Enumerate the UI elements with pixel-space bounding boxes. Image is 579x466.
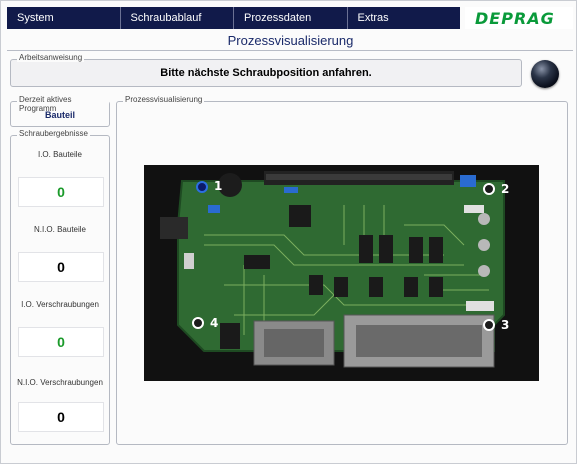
active-program-panel: Derzeit aktives Programm Bauteil (10, 95, 110, 127)
io-screwings-value: 0 (18, 327, 104, 357)
pcb-illustration (144, 165, 539, 381)
app-frame: System Schraubablauf Prozessdaten Extras… (0, 0, 577, 464)
nio-parts-value: 0 (18, 252, 104, 282)
instruction-text: Bitte nächste Schraubposition anfahren. (160, 67, 372, 79)
active-program-value: Bauteil (44, 110, 75, 120)
screw-position-number-4: 4 (210, 316, 219, 330)
screw-position-number-2: 2 (501, 182, 510, 196)
title-divider (7, 50, 573, 51)
menu-system[interactable]: System (7, 7, 121, 29)
results-panel: Schraubergebnisse I.O. Bauteile 0 N.I.O.… (10, 129, 110, 445)
screw-position-number-1: 1 (214, 179, 223, 193)
screw-position-marker-2[interactable] (483, 183, 495, 195)
menu-extras[interactable]: Extras (348, 7, 461, 29)
brand-logo: DEPRAG (465, 7, 573, 29)
instruction-legend: Arbeitsanweisung (17, 53, 85, 62)
screw-position-marker-3[interactable] (483, 319, 495, 331)
menu-prozessdaten[interactable]: Prozessdaten (234, 7, 348, 29)
screw-position-marker-1[interactable] (196, 181, 208, 193)
menu-schraubablauf[interactable]: Schraubablauf (121, 7, 234, 29)
io-parts-value: 0 (18, 177, 104, 207)
instruction-panel: Arbeitsanweisung Bitte nächste Schraubpo… (10, 53, 522, 87)
nio-parts-label: N.I.O. Bauteile (33, 225, 87, 234)
visualization-legend: Prozessvisualisierung (123, 95, 205, 104)
pcb-image: 1 2 3 4 (144, 165, 539, 381)
page-title: Prozessvisualisierung (227, 33, 354, 48)
screw-position-marker-4[interactable] (192, 317, 204, 329)
brand-logo-text: DEPRAG (475, 9, 555, 28)
nio-screwings-value: 0 (18, 402, 104, 432)
results-legend: Schraubergebnisse (17, 129, 90, 138)
io-parts-label: I.O. Bauteile (37, 150, 83, 159)
io-screwings-label: I.O. Verschraubungen (21, 300, 99, 309)
menu-bar: System Schraubablauf Prozessdaten Extras (7, 7, 460, 29)
screw-position-number-3: 3 (501, 318, 510, 332)
nio-screwings-label: N.I.O. Verschraubungen (17, 378, 103, 387)
status-lamp-icon (531, 60, 559, 88)
